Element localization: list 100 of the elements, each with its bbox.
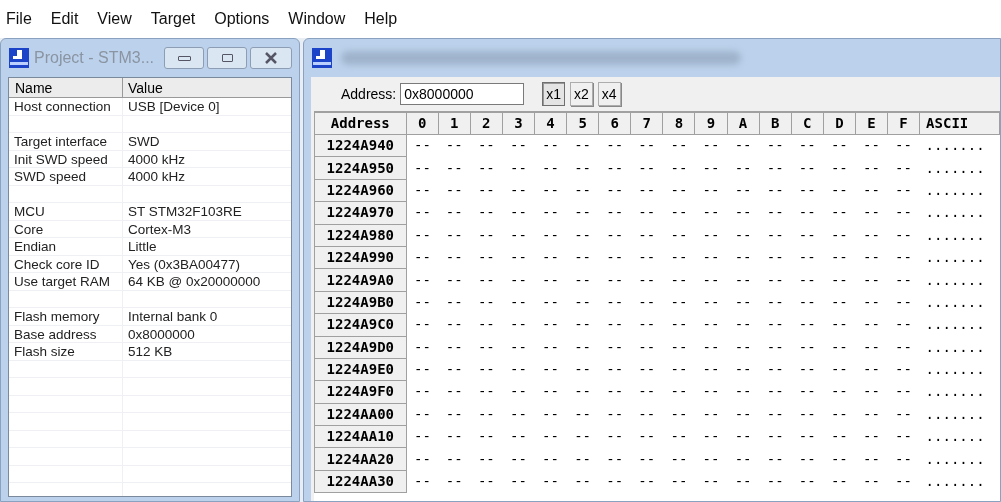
- column-header[interactable]: F: [887, 112, 920, 135]
- menu-item[interactable]: Window: [288, 7, 346, 31]
- column-header[interactable]: 3: [502, 112, 535, 135]
- close-button[interactable]: [250, 47, 292, 69]
- app-icon: [311, 47, 333, 69]
- byte-cell: --: [606, 293, 624, 310]
- column-header[interactable]: Address: [314, 112, 407, 135]
- byte-cell: --: [798, 249, 816, 266]
- byte-cell: --: [574, 361, 592, 378]
- row-address: 1224A9B0: [314, 291, 407, 314]
- row-address: 1224A990: [314, 246, 407, 269]
- menu-item[interactable]: File: [6, 7, 32, 31]
- byte-cell: --: [510, 383, 527, 400]
- column-header[interactable]: 9: [694, 112, 728, 135]
- menu-item[interactable]: Edit: [50, 7, 79, 31]
- byte-cell: --: [445, 204, 463, 221]
- restore-button[interactable]: [207, 47, 247, 69]
- byte-cell: --: [702, 293, 720, 310]
- byte-cell: --: [606, 338, 624, 355]
- byte-cell: --: [606, 405, 624, 422]
- menu-item[interactable]: View: [97, 7, 132, 31]
- byte-cell: --: [574, 450, 592, 467]
- byte-cell: --: [895, 271, 912, 288]
- byte-cell: --: [510, 293, 527, 310]
- byte-cell: --: [413, 204, 431, 221]
- byte-cell: --: [477, 137, 495, 154]
- column-header[interactable]: 5: [566, 112, 599, 135]
- column-header[interactable]: Name: [9, 78, 123, 97]
- menu-item[interactable]: Help: [364, 7, 398, 31]
- byte-cell: --: [830, 271, 848, 288]
- column-header[interactable]: ASCII: [919, 112, 1000, 135]
- column-header[interactable]: 4: [534, 112, 567, 135]
- byte-cell: --: [830, 361, 848, 378]
- menu-item[interactable]: Target: [150, 7, 196, 31]
- ascii-cell: .......: [925, 293, 985, 310]
- column-header[interactable]: 7: [630, 112, 663, 135]
- column-header[interactable]: A: [727, 112, 760, 135]
- byte-cell: --: [830, 204, 848, 221]
- byte-cell: --: [638, 137, 656, 154]
- property-name: Flash memory: [14, 309, 100, 324]
- byte-cell: --: [510, 450, 527, 467]
- byte-cell: --: [766, 204, 784, 221]
- column-header[interactable]: 1: [438, 112, 471, 135]
- row-address: 1224AA10: [314, 425, 407, 448]
- byte-cell: --: [895, 204, 912, 221]
- byte-cell: --: [830, 293, 848, 310]
- byte-cell: --: [638, 338, 656, 355]
- column-header[interactable]: 6: [598, 112, 631, 135]
- byte-cell: --: [830, 137, 848, 154]
- byte-cell: --: [606, 181, 624, 198]
- byte-cell: --: [510, 338, 527, 355]
- byte-cell: --: [766, 159, 784, 176]
- property-value: 0x8000000: [128, 326, 195, 342]
- minimize-button[interactable]: [164, 47, 204, 69]
- byte-cell: --: [542, 405, 559, 422]
- property-value: SWD: [128, 134, 160, 149]
- byte-cell: --: [895, 473, 912, 490]
- byte-cell: --: [542, 383, 559, 400]
- byte-cell: --: [766, 271, 784, 288]
- byte-cell: --: [445, 159, 463, 176]
- ascii-cell: .......: [925, 428, 985, 445]
- column-header[interactable]: E: [855, 112, 888, 135]
- column-header[interactable]: 2: [470, 112, 503, 135]
- row-address: 1224A9A0: [314, 268, 407, 292]
- address-field[interactable]: 0x8000000: [400, 83, 525, 105]
- byte-cell: --: [830, 159, 848, 176]
- column-header[interactable]: C: [791, 112, 824, 135]
- menu-item[interactable]: Options: [214, 7, 270, 31]
- byte-cell: --: [542, 361, 559, 378]
- column-header[interactable]: D: [823, 112, 856, 135]
- byte-cell: --: [766, 405, 784, 422]
- byte-cell: --: [734, 338, 752, 355]
- byte-cell: --: [702, 405, 720, 422]
- byte-cell: --: [606, 137, 624, 154]
- zoom-button[interactable]: x1: [542, 82, 566, 106]
- byte-cell: --: [638, 383, 656, 400]
- byte-cell: --: [863, 316, 880, 333]
- zoom-button[interactable]: x2: [570, 82, 593, 106]
- zoom-button[interactable]: x4: [597, 82, 621, 106]
- byte-cell: --: [477, 159, 495, 176]
- byte-cell: --: [766, 226, 784, 243]
- byte-cell: --: [413, 428, 431, 445]
- byte-cell: --: [702, 383, 720, 400]
- byte-cell: --: [413, 338, 431, 355]
- byte-cell: --: [510, 361, 527, 378]
- byte-cell: --: [702, 428, 720, 445]
- byte-cell: --: [638, 405, 656, 422]
- column-header[interactable]: 8: [662, 112, 695, 135]
- close-icon: [264, 52, 278, 64]
- byte-cell: --: [863, 204, 880, 221]
- byte-cell: --: [445, 226, 463, 243]
- byte-cell: --: [734, 159, 752, 176]
- byte-cell: --: [895, 226, 912, 243]
- property-name: MCU: [14, 204, 45, 219]
- column-header[interactable]: Value: [123, 78, 291, 97]
- column-header[interactable]: 0: [406, 112, 439, 135]
- column-header[interactable]: B: [759, 112, 792, 135]
- byte-cell: --: [542, 159, 559, 176]
- byte-cell: --: [638, 293, 656, 310]
- byte-cell: --: [670, 137, 688, 154]
